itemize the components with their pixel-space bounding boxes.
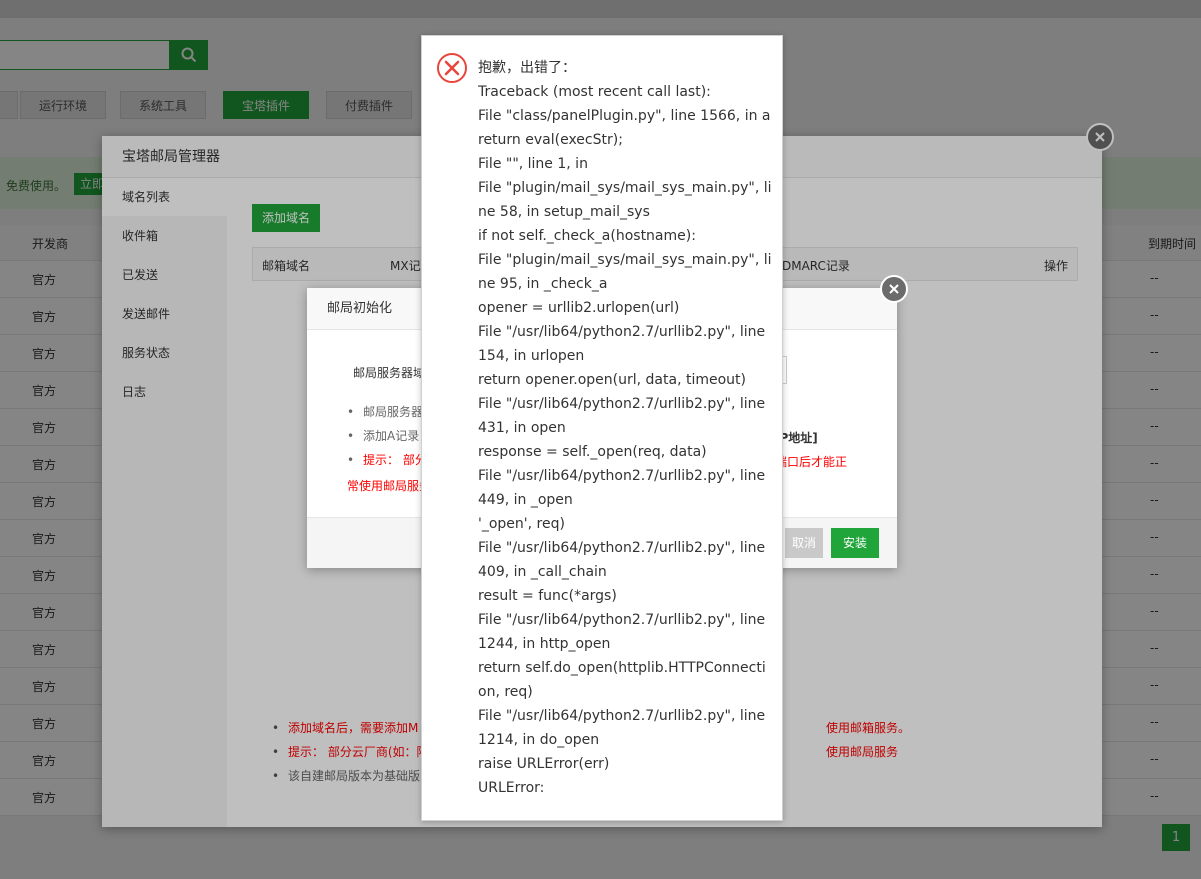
traceback-line: File "/usr/lib64/python2.7/urllib2.py", …	[478, 468, 766, 484]
hint-item: 邮局服务器	[345, 400, 427, 424]
traceback-line: return opener.open(url, data, timeout)	[478, 372, 747, 388]
traceback-line: return eval(execStr);	[478, 132, 623, 148]
traceback-line: raise URLError(err)	[478, 756, 610, 772]
traceback-line: response = self._open(req, data)	[478, 444, 707, 460]
traceback-line: ne 95, in _check_a	[478, 276, 608, 292]
traceback-line: if not self._check_a(hostname):	[478, 228, 696, 244]
traceback-line: 1214, in do_open	[478, 732, 600, 748]
traceback-line: ne 58, in setup_mail_sys	[478, 204, 650, 220]
error-dialog: 抱歉，出错了： Traceback (most recent call last)…	[421, 35, 783, 821]
traceback-line: File "/usr/lib64/python2.7/urllib2.py", …	[478, 612, 766, 628]
traceback-line: 154, in urlopen	[478, 348, 585, 364]
close-icon	[889, 284, 899, 294]
error-heading: 抱歉，出错了：	[478, 60, 576, 76]
close-init-button[interactable]	[880, 275, 908, 303]
traceback-line: File "class/panelPlugin.py", line 1566, …	[478, 108, 771, 124]
traceback-line: File "/usr/lib64/python2.7/urllib2.py", …	[478, 708, 766, 724]
traceback-line: File "plugin/mail_sys/mail_sys_main.py",…	[478, 252, 772, 268]
traceback-line: File "/usr/lib64/python2.7/urllib2.py", …	[478, 540, 766, 556]
traceback-line: on, req)	[478, 684, 533, 700]
traceback-line: '_open', req)	[478, 516, 565, 532]
traceback-line: URLError:	[478, 780, 545, 796]
traceback-line: File "/usr/lib64/python2.7/urllib2.py", …	[478, 396, 766, 412]
traceback-line: File "", line 1, in	[478, 156, 588, 172]
hint-item: 提示： 部分	[345, 448, 427, 472]
error-traceback: 抱歉，出错了： Traceback (most recent call last)…	[478, 56, 778, 800]
hint-port-text: 端口后才能正	[775, 455, 848, 469]
traceback-line: 1244, in http_open	[478, 636, 611, 652]
traceback-line: opener = urllib2.urlopen(url)	[478, 300, 680, 316]
cancel-button[interactable]: 取消	[785, 528, 823, 558]
hint-usage-text: 常使用邮局服务	[347, 479, 432, 493]
traceback-line: File "plugin/mail_sys/mail_sys_main.py",…	[478, 180, 772, 196]
traceback-line: return self.do_open(httplib.HTTPConnecti	[478, 660, 766, 676]
traceback-line: File "/usr/lib64/python2.7/urllib2.py", …	[478, 324, 766, 340]
traceback-line: 431, in open	[478, 420, 566, 436]
init-hints: 邮局服务器 添加A记录 提示： 部分	[345, 400, 427, 472]
server-domain-label: 邮局服务器域	[353, 366, 426, 380]
hint-item: 添加A记录	[345, 424, 427, 448]
traceback-line: result = func(*args)	[478, 588, 617, 604]
traceback-line: 449, in _open	[478, 492, 573, 508]
install-button[interactable]: 安装	[831, 528, 879, 558]
traceback-line: Traceback (most recent call last):	[478, 84, 711, 100]
traceback-line: 409, in _call_chain	[478, 564, 607, 580]
error-icon	[437, 53, 467, 83]
